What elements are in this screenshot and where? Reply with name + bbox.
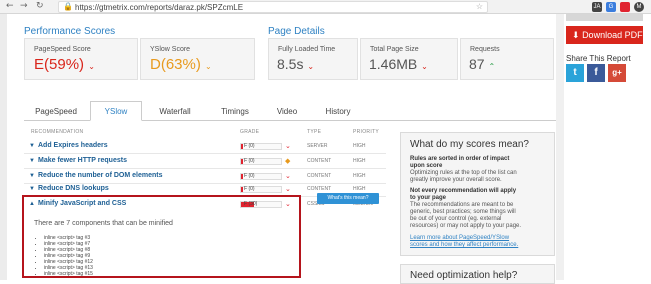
page-details-title: Page Details <box>268 26 325 37</box>
optimization-help-panel: Need optimization help? <box>400 264 555 284</box>
page-size-label: Total Page Size <box>370 46 419 53</box>
scrollbar[interactable] <box>556 14 564 280</box>
table-row[interactable]: ▼ Make fewer HTTP requests F (0) ◆ CONTE… <box>24 154 386 169</box>
tab-history[interactable]: History <box>312 101 364 121</box>
pagespeed-label: PageSpeed Score <box>34 46 91 53</box>
chevron-up-icon: ⌃ <box>488 62 496 71</box>
caret-down-icon[interactable]: ▼ <box>29 173 35 179</box>
caret-down-icon[interactable]: ▼ <box>29 158 35 164</box>
google-plus-icon[interactable]: g+ <box>608 64 626 82</box>
page-size-value: 1.46MB ⌄ <box>369 56 428 72</box>
load-time-label: Fully Loaded Time <box>278 46 336 53</box>
yslow-label: YSlow Score <box>150 46 191 53</box>
back-icon[interactable]: ← <box>6 1 14 11</box>
caret-down-icon[interactable]: ▼ <box>29 186 35 192</box>
yslow-score-box[interactable]: YSlow Score D(63%) ⌄ <box>140 38 255 80</box>
extension-icon[interactable]: JA <box>592 2 602 12</box>
chevron-down-icon[interactable]: ⌄ <box>285 142 291 150</box>
address-bar[interactable]: 🔒 https://gtmetrix.com/reports/daraz.pk/… <box>58 1 488 13</box>
facebook-icon[interactable]: f <box>587 64 605 82</box>
load-time-box: Fully Loaded Time 8.5s ⌄ <box>268 38 358 80</box>
pagespeed-score: E(59%) ⌄ <box>34 56 95 73</box>
grade-bar: F (0) <box>240 186 282 193</box>
pagespeed-score-box[interactable]: PageSpeed Score E(59%) ⌄ <box>24 38 138 80</box>
caret-down-icon[interactable]: ▼ <box>29 143 35 149</box>
yslow-score: D(63%) ⌄ <box>150 56 212 73</box>
extension-icon[interactable]: G <box>606 2 616 12</box>
twitter-icon[interactable]: t <box>566 64 584 82</box>
reload-icon[interactable]: ↻ <box>36 1 44 11</box>
chevron-down-icon[interactable]: ⌄ <box>285 172 291 180</box>
download-pdf-label: Download PDF <box>582 30 643 40</box>
panel-title: Need optimization help? <box>410 270 518 281</box>
share-title: Share This Report <box>566 54 631 63</box>
load-time-value: 8.5s ⌄ <box>277 56 315 72</box>
requests-value: 87 ⌃ <box>469 56 496 72</box>
page-size-box: Total Page Size 1.46MB ⌄ <box>360 38 458 80</box>
col-recommendation: RECOMMENDATION <box>31 129 84 135</box>
whats-this-mean-button[interactable]: What's this mean? <box>317 193 379 204</box>
chevron-down-icon[interactable]: ⌄ <box>285 185 291 193</box>
table-row[interactable]: ▼ Add Expires headers F (0) ⌄ SERVER HIG… <box>24 139 386 154</box>
pagespeed-grade: E <box>34 56 45 73</box>
diamond-icon[interactable]: ◆ <box>285 157 290 165</box>
chevron-down-icon: ⌄ <box>421 62 428 71</box>
grade-bar: F (0) <box>240 158 282 165</box>
star-icon[interactable]: ☆ <box>476 2 483 11</box>
panel-title: What do my scores mean? <box>410 139 529 150</box>
profile-avatar[interactable]: M <box>634 2 644 12</box>
highlight-box <box>22 195 301 278</box>
extension-icon[interactable] <box>620 2 630 12</box>
grade-bar: F (0) <box>240 173 282 180</box>
tab-video[interactable]: Video <box>264 101 310 121</box>
tab-pagespeed[interactable]: PageSpeed <box>24 101 88 121</box>
chevron-down-icon[interactable]: ⌄ <box>88 62 95 71</box>
col-grade: GRADE <box>240 129 260 135</box>
col-type: TYPE <box>307 129 322 135</box>
scores-help-panel: What do my scores mean? Rules are sorted… <box>400 132 555 256</box>
performance-title: Performance Scores <box>24 26 116 37</box>
chevron-down-icon[interactable]: ⌄ <box>205 62 212 71</box>
lock-icon: 🔒 <box>63 2 73 11</box>
sidebar-top-strip <box>566 14 643 21</box>
learn-more-link-2[interactable]: scores and how they affect performance. <box>410 242 518 248</box>
col-priority: PRIORITY <box>353 129 380 135</box>
url-text[interactable]: https://gtmetrix.com/reports/daraz.pk/SP… <box>75 3 243 12</box>
requests-box: Requests 87 ⌃ <box>460 38 554 80</box>
yslow-grade: D <box>150 56 161 73</box>
pagespeed-percent: (59%) <box>44 56 85 73</box>
tab-yslow[interactable]: YSlow <box>90 101 142 121</box>
download-pdf-button[interactable]: ⬇ Download PDF <box>566 26 643 44</box>
left-shade <box>0 14 7 280</box>
requests-label: Requests <box>470 46 500 53</box>
learn-more-link[interactable]: Learn more about PageSpeed/YSlow <box>410 235 509 241</box>
download-icon: ⬇ <box>572 30 580 40</box>
browser-toolbar: ← → ↻ 🔒 https://gtmetrix.com/reports/dar… <box>0 0 651 14</box>
chevron-down-icon: ⌄ <box>307 62 315 71</box>
forward-icon[interactable]: → <box>20 1 28 11</box>
grade-bar: F (0) <box>240 143 282 150</box>
report-tabs: PageSpeed YSlow Waterfall Timings Video … <box>24 101 557 121</box>
tab-waterfall[interactable]: Waterfall <box>144 101 206 121</box>
yslow-percent: (63%) <box>160 56 201 73</box>
tab-timings[interactable]: Timings <box>208 101 262 121</box>
